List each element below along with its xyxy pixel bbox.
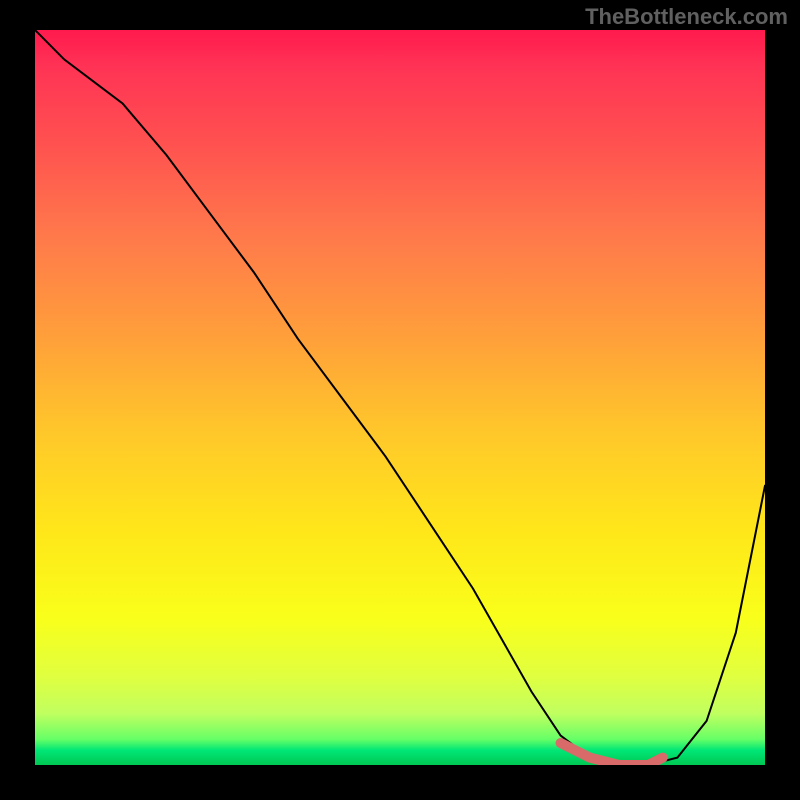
bottleneck-curve-path bbox=[35, 30, 765, 765]
chart-svg bbox=[35, 30, 765, 765]
chart-plot-area bbox=[35, 30, 765, 765]
watermark-text: TheBottleneck.com bbox=[585, 4, 788, 30]
optimal-band-path bbox=[561, 743, 663, 765]
